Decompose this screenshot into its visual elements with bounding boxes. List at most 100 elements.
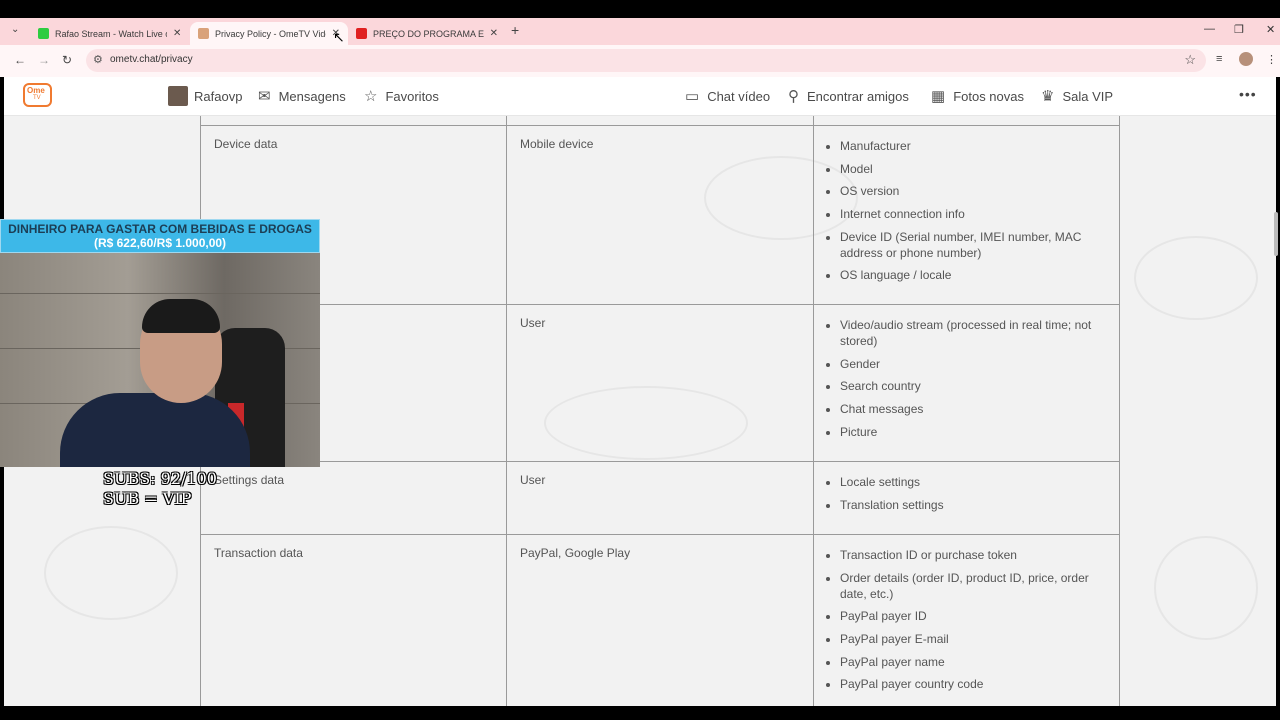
profile-avatar-icon[interactable] (1239, 52, 1253, 66)
subs-vip-text: SUB = VIP (103, 489, 192, 508)
tab-rafao-stream[interactable]: Rafao Stream - Watch Live on K ✕ (30, 22, 190, 45)
tab-preco-programa[interactable]: PREÇO DO PROGRAMA E DA C ✕ (348, 22, 506, 45)
nav-vip-room[interactable]: ♛ Sala VIP (1041, 77, 1113, 115)
mouse-cursor-icon: ↖ (333, 29, 345, 45)
nav-profile[interactable]: Rafaovp (168, 77, 242, 115)
list-item: OS language / locale (840, 267, 1110, 283)
list-item: Internet connection info (840, 206, 1110, 222)
nav-messages-label: Mensagens (278, 88, 346, 104)
table-cell: Transaction ID or purchase token Order d… (813, 535, 1120, 706)
subs-counter: SUBS: 92/100 SUB = VIP (103, 469, 217, 509)
envelope-icon: ✉ (258, 88, 271, 105)
page-scrollbar[interactable] (1274, 212, 1278, 256)
table-cell (200, 116, 506, 125)
close-tab-icon[interactable]: ✕ (173, 28, 181, 39)
table-cell: User (506, 462, 813, 534)
table-row: Settings data User Locale settings Trans… (200, 462, 1120, 535)
avatar (168, 86, 188, 106)
category-text: Device data (214, 137, 278, 151)
nav-profile-label: Rafaovp (194, 88, 243, 104)
background-doodle (44, 526, 178, 620)
address-bar[interactable]: ⚙ ometv.chat/privacy ☆ (86, 49, 1206, 72)
background-doodle (1134, 236, 1258, 320)
menu-kebab-icon[interactable]: ⋮ (1266, 53, 1277, 66)
category-text: Settings data (214, 473, 285, 487)
forward-icon[interactable]: → (38, 53, 50, 67)
streamer-body (60, 393, 250, 467)
list-item: Chat messages (840, 401, 1110, 417)
table-cell (813, 116, 1120, 125)
nav-find-friends-label: Encontrar amigos (807, 88, 909, 104)
table-cell: Mobile device (506, 126, 813, 304)
list-item: Locale settings (840, 474, 1110, 490)
item-list: Manufacturer Model OS version Internet c… (820, 138, 1110, 290)
list-item: PayPal payer country code (840, 676, 1110, 692)
screen-top-bar (0, 0, 1280, 18)
item-list: Video/audio stream (processed in real ti… (820, 317, 1110, 446)
table-cell: Manufacturer Model OS version Internet c… (813, 126, 1120, 304)
tab-privacy-policy[interactable]: Privacy Policy - OmeTV Video C ✕ (190, 22, 348, 45)
list-item: PayPal payer ID (840, 608, 1110, 624)
kick-favicon-icon (38, 28, 49, 39)
logo-text: Ome (27, 86, 45, 95)
list-item: Device ID (Serial number, IMEI number, M… (840, 229, 1110, 261)
subs-count-text: SUBS: 92/100 (103, 469, 217, 488)
nav-new-photos[interactable]: ▦ Fotos novas (931, 77, 1024, 115)
bookmark-star-icon[interactable]: ☆ (1184, 52, 1196, 68)
logo-subtext: TV (33, 95, 41, 101)
table-row: Transaction data PayPal, Google Play Tra… (200, 535, 1120, 706)
new-tab-icon[interactable]: + (511, 22, 519, 38)
banner-title: DINHEIRO PARA GASTAR COM BEBIDAS E DROGA… (8, 222, 312, 236)
tv-icon: ▭ (685, 88, 700, 105)
table-cell: Settings data (200, 462, 506, 534)
category-text: Transaction data (214, 546, 303, 560)
list-item: Transaction ID or purchase token (840, 547, 1110, 563)
tab-search-icon[interactable]: ⌄ (11, 24, 19, 35)
table-row (200, 116, 1120, 126)
list-item: Picture (840, 424, 1110, 440)
media-controls-icon[interactable]: ≡ (1216, 53, 1222, 65)
list-item: PayPal payer name (840, 654, 1110, 670)
restore-icon[interactable]: ❐ (1234, 23, 1244, 36)
url-text[interactable]: ometv.chat/privacy (110, 54, 193, 65)
star-icon: ☆ (364, 88, 378, 105)
table-row: Device data Mobile device Manufacturer M… (200, 126, 1120, 305)
back-icon[interactable]: ← (14, 53, 26, 67)
calendar-icon: ▦ (931, 88, 946, 105)
table-cell: PayPal, Google Play (506, 535, 813, 706)
background-doodle (1154, 536, 1258, 640)
item-list: Locale settings Translation settings (820, 474, 1110, 519)
nav-favorites-label: Favoritos (385, 88, 439, 104)
list-item: OS version (840, 183, 1110, 199)
list-item: Gender (840, 356, 1110, 372)
nav-favorites[interactable]: ☆ Favoritos (364, 77, 439, 115)
site-header: Ome TV Rafaovp ✉ Mensagens ☆ Favoritos ▭… (4, 77, 1276, 116)
list-item: Video/audio stream (processed in real ti… (840, 317, 1110, 349)
streamer-hair (142, 299, 220, 333)
minimize-icon[interactable]: — (1204, 23, 1215, 35)
nav-find-friends[interactable]: ⚲ Encontrar amigos (788, 77, 909, 115)
site-info-icon[interactable]: ⚙ (93, 53, 103, 66)
webcam-overlay (0, 253, 320, 467)
nav-video-chat[interactable]: ▭ Chat vídeo (685, 77, 770, 115)
close-window-icon[interactable]: ✕ (1266, 23, 1275, 36)
more-options-icon[interactable]: ••• (1239, 86, 1257, 102)
tab-title: PREÇO DO PROGRAMA E DA C (373, 28, 484, 39)
reload-icon[interactable]: ↻ (62, 53, 72, 67)
close-tab-icon[interactable]: ✕ (490, 28, 498, 39)
ometv-logo[interactable]: Ome TV (23, 83, 52, 107)
source-text: User (520, 473, 546, 487)
nav-messages[interactable]: ✉ Mensagens (258, 77, 346, 115)
source-text: User (520, 316, 546, 330)
list-item: Manufacturer (840, 138, 1110, 154)
banner-progress: (R$ 622,60/R$ 1.000,00) (93, 236, 227, 250)
table-cell: Transaction data (200, 535, 506, 706)
list-item: PayPal payer E-mail (840, 631, 1110, 647)
table-cell: User (506, 305, 813, 461)
list-item: Search country (840, 378, 1110, 394)
list-item: Order details (order ID, product ID, pri… (840, 570, 1110, 602)
table-cell: Video/audio stream (processed in real ti… (813, 305, 1120, 461)
crown-icon: ♛ (1041, 88, 1055, 105)
source-text: PayPal, Google Play (520, 546, 631, 560)
tab-strip: ⌄ Rafao Stream - Watch Live on K ✕ Priva… (0, 18, 1280, 45)
